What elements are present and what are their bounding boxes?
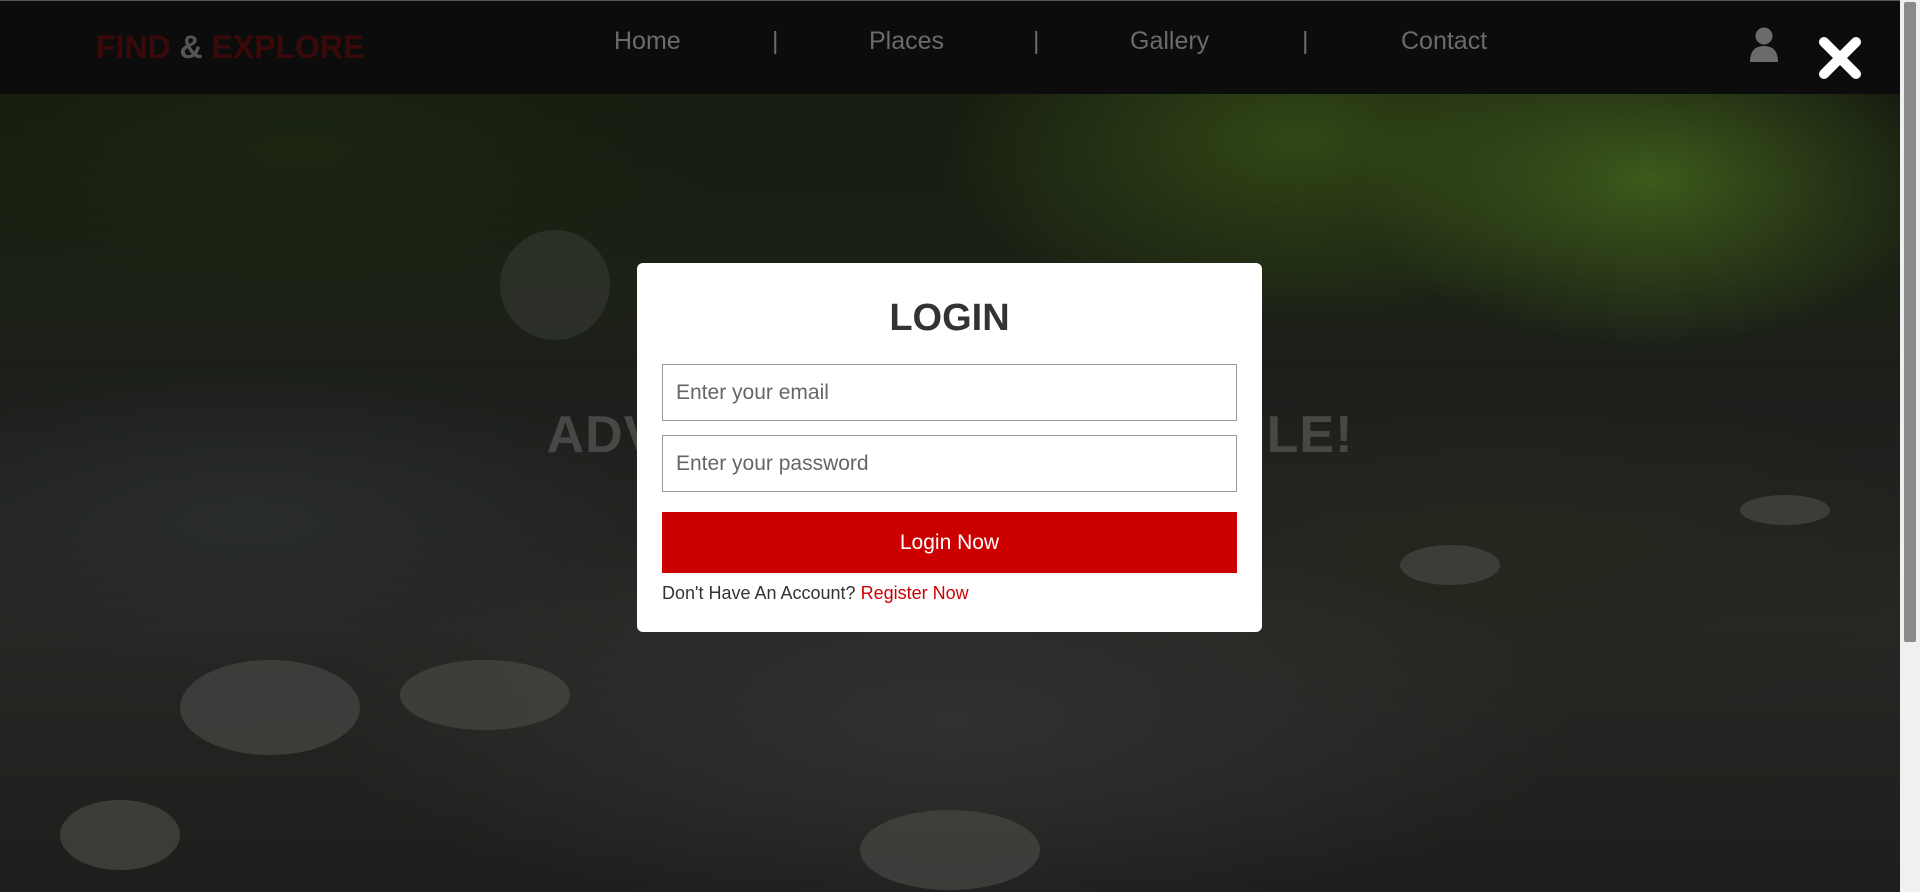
close-icon[interactable] xyxy=(1815,33,1865,83)
register-link[interactable]: Register Now xyxy=(861,583,969,603)
nav-gallery[interactable]: Gallery xyxy=(1130,27,1209,56)
register-prompt: Don't Have An Account? xyxy=(662,583,856,603)
password-field[interactable] xyxy=(662,435,1237,492)
nav-separator: | xyxy=(772,27,779,55)
site-header: FIND & EXPLORE Home | Places | Gallery |… xyxy=(0,0,1900,94)
brand-ampersand: & xyxy=(179,29,203,65)
brand-part1: FIND xyxy=(96,29,171,65)
scrollbar-thumb[interactable] xyxy=(1904,2,1916,642)
login-title: LOGIN xyxy=(889,297,1010,339)
nav-places[interactable]: Places xyxy=(869,27,944,56)
user-icon[interactable] xyxy=(1748,26,1780,62)
login-button[interactable]: Login Now xyxy=(662,512,1237,573)
brand-logo[interactable]: FIND & EXPLORE xyxy=(96,29,364,66)
nav-contact[interactable]: Contact xyxy=(1401,27,1487,56)
login-modal: LOGIN Login Now Don't Have An Account? R… xyxy=(637,263,1262,632)
nav-separator: | xyxy=(1033,27,1040,55)
register-prompt-line: Don't Have An Account? Register Now xyxy=(662,583,969,604)
email-field[interactable] xyxy=(662,364,1237,421)
nav-separator: | xyxy=(1302,27,1309,55)
nav-home[interactable]: Home xyxy=(614,27,681,56)
page-scrollbar[interactable] xyxy=(1900,0,1920,892)
brand-part2: EXPLORE xyxy=(211,29,365,65)
